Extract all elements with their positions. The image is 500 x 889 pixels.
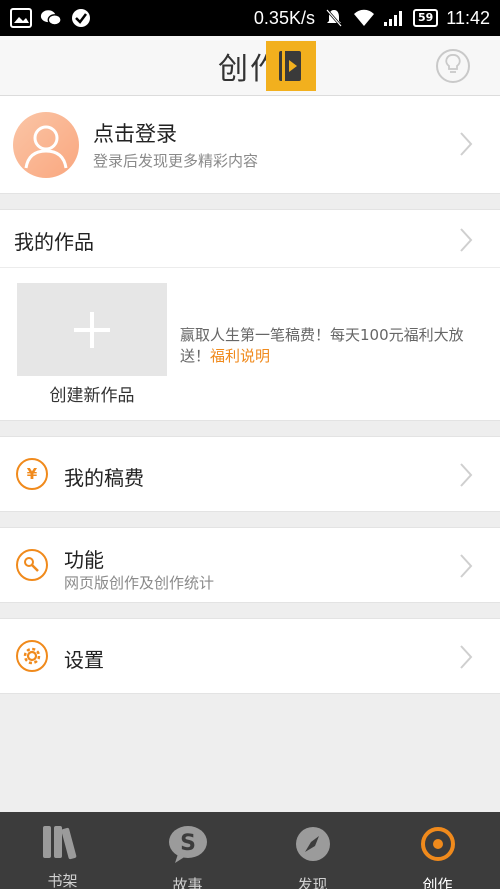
login-row[interactable]: 点击登录 登录后发现更多精彩内容	[0, 96, 500, 194]
tab-create-label: 创作	[422, 876, 453, 889]
tab-discover-label: 发现	[297, 876, 328, 889]
check-circle-icon	[70, 7, 92, 29]
my-works-section: 我的作品 创建新作品 赢取人生第一笔稿费！每天100元福利大放送！福利说明	[0, 209, 500, 421]
chevron-right-icon	[460, 645, 473, 669]
signal-icon	[383, 7, 405, 29]
chevron-right-icon	[460, 463, 473, 487]
play-book-icon	[266, 41, 316, 91]
wrench-icon	[16, 549, 48, 581]
tab-story-label: 故事	[172, 876, 203, 889]
my-royalty-row[interactable]: ¥ 我的稿费	[0, 436, 500, 512]
tab-bookshelf[interactable]: 书架	[0, 812, 125, 889]
create-work-label[interactable]: 创建新作品	[17, 381, 167, 406]
my-works-header[interactable]: 我的作品	[0, 210, 500, 268]
chevron-right-icon	[460, 228, 473, 252]
mute-icon	[323, 7, 345, 29]
create-work-button[interactable]	[17, 283, 167, 376]
network-speed: 0.35K/s	[253, 7, 315, 28]
tab-discover[interactable]: 发现	[250, 812, 375, 889]
chevron-right-icon	[460, 554, 473, 578]
avatar	[13, 112, 79, 178]
create-icon	[415, 824, 461, 864]
svg-text:S: S	[180, 831, 196, 856]
story-icon: S	[165, 824, 211, 864]
login-subtitle: 登录后发现更多精彩内容	[93, 152, 259, 170]
app-header: 创作	[0, 36, 500, 96]
promo-text: 赢取人生第一笔稿费！每天100元福利大放送！福利说明	[180, 325, 480, 367]
gear-icon	[16, 640, 48, 672]
clock: 11:42	[446, 7, 490, 28]
bottom-nav: 书架 S 故事 发现 创作	[0, 812, 500, 889]
settings-title: 设置	[64, 648, 104, 672]
welfare-link[interactable]: 福利说明	[210, 347, 270, 365]
status-bar: 0.35K/s 59 11:42	[0, 0, 500, 36]
my-works-title: 我的作品	[14, 230, 94, 254]
wechat-icon	[40, 7, 62, 29]
tab-create[interactable]: 创作	[375, 812, 500, 889]
lightbulb-icon	[444, 53, 462, 79]
plus-icon	[74, 311, 110, 348]
wifi-icon	[353, 7, 375, 29]
chevron-right-icon	[460, 132, 473, 156]
features-title: 功能	[64, 548, 104, 572]
gallery-icon	[10, 7, 32, 29]
features-subtitle: 网页版创作及创作统计	[64, 574, 215, 592]
tab-bookshelf-label: 书架	[47, 872, 78, 889]
lightbulb-button[interactable]	[436, 49, 470, 83]
login-title: 点击登录	[93, 122, 177, 146]
discover-icon	[290, 824, 336, 864]
yen-icon: ¥	[16, 458, 48, 490]
bookshelf-icon	[40, 824, 86, 860]
battery-level: 59	[412, 9, 439, 27]
features-row[interactable]: 功能 网页版创作及创作统计	[0, 527, 500, 603]
settings-row[interactable]: 设置	[0, 618, 500, 694]
tab-story[interactable]: S 故事	[125, 812, 250, 889]
my-royalty-title: 我的稿费	[64, 466, 144, 490]
